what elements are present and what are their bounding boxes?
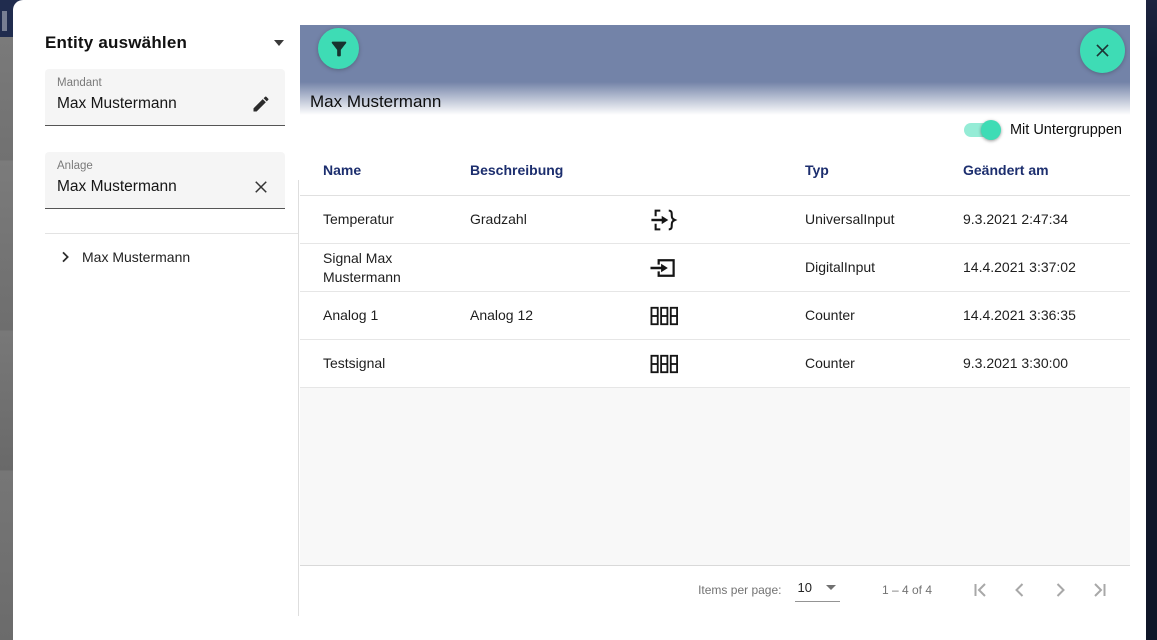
page-size-value: 10 bbox=[797, 580, 812, 595]
column-header-geaendert-am: Geändert am bbox=[963, 162, 1049, 178]
anlage-label: Anlage bbox=[57, 160, 93, 172]
sidebar-right-border bbox=[298, 180, 299, 616]
chevron-down-icon bbox=[825, 585, 836, 590]
panel-toolbar bbox=[300, 25, 1130, 82]
counter-icon bbox=[650, 354, 805, 374]
chevron-right-icon bbox=[62, 251, 69, 263]
items-per-page-label: Items per page: bbox=[698, 583, 782, 597]
cell-geaendert-am: 14.4.2021 3:36:35 bbox=[963, 307, 1076, 324]
last-page-button[interactable] bbox=[1088, 578, 1112, 602]
close-button[interactable] bbox=[1080, 28, 1125, 73]
next-page-button[interactable] bbox=[1048, 578, 1072, 602]
toggle-row: Mit Untergruppen bbox=[300, 115, 1130, 145]
tree-item-max-mustermann[interactable]: Max Mustermann bbox=[57, 249, 298, 265]
tree-item-label: Max Mustermann bbox=[82, 249, 191, 265]
edit-icon[interactable] bbox=[249, 92, 273, 116]
table-empty-area bbox=[300, 388, 1130, 566]
digital-input-icon bbox=[650, 255, 805, 281]
anlage-value: Max Mustermann bbox=[57, 178, 177, 195]
range-label: 1 – 4 of 4 bbox=[881, 583, 932, 597]
toggle-thumb-icon bbox=[980, 120, 1001, 140]
mandant-value: Max Mustermann bbox=[57, 95, 177, 112]
cell-geaendert-am: 14.4.2021 3:37:02 bbox=[963, 259, 1076, 276]
panel-title: Max Mustermann bbox=[310, 92, 442, 111]
sidebar-header: Entity auswählen bbox=[45, 33, 284, 53]
entity-dialog: Entity auswählen Mandant Max Mustermann … bbox=[13, 0, 1146, 640]
close-icon bbox=[1096, 44, 1109, 57]
filter-button[interactable] bbox=[318, 28, 359, 69]
cell-geaendert-am: 9.3.2021 3:30:00 bbox=[963, 355, 1069, 372]
cell-beschreibung: Gradzahl bbox=[470, 211, 527, 228]
cell-typ: Counter bbox=[805, 307, 855, 324]
cell-name: Signal Max Mustermann bbox=[323, 249, 401, 285]
filter-icon bbox=[331, 41, 346, 56]
cell-typ: DigitalInput bbox=[805, 259, 876, 276]
universal-input-icon bbox=[650, 207, 805, 233]
table-row[interactable]: Testsignal Counter 9.3.2021 3:30:00 bbox=[300, 340, 1130, 388]
chevron-right-icon bbox=[1056, 583, 1065, 597]
cell-geaendert-am: 9.3.2021 2:47:34 bbox=[963, 211, 1069, 228]
first-page-button[interactable] bbox=[968, 578, 992, 602]
clear-icon[interactable] bbox=[249, 175, 273, 199]
table-row[interactable]: Analog 1 Analog 12 Counter 14.4.2021 3:3… bbox=[300, 292, 1130, 340]
paginator-nav bbox=[968, 578, 1112, 602]
sidebar-divider bbox=[45, 233, 298, 234]
untergruppen-toggle[interactable] bbox=[963, 120, 1001, 140]
background-right-strip bbox=[1146, 0, 1157, 640]
sidebar-title: Entity auswählen bbox=[45, 33, 188, 52]
background-left-strip bbox=[0, 0, 13, 640]
cell-name: Analog 1 bbox=[323, 307, 379, 324]
table-row[interactable]: Signal Max Mustermann DigitalInput 14.4.… bbox=[300, 244, 1130, 292]
column-header-name: Name bbox=[323, 162, 362, 178]
page-size-select[interactable]: 10 bbox=[795, 578, 840, 602]
chevron-down-icon[interactable] bbox=[274, 40, 284, 46]
sidebar: Entity auswählen Mandant Max Mustermann … bbox=[13, 0, 298, 640]
table-header-row: Name Beschreibung Typ Geändert am bbox=[300, 145, 1130, 196]
chevron-left-icon bbox=[1015, 583, 1024, 597]
mandant-field[interactable]: Mandant Max Mustermann bbox=[45, 69, 285, 126]
cell-typ: UniversalInput bbox=[805, 211, 895, 228]
cell-beschreibung: Analog 12 bbox=[470, 307, 534, 324]
last-page-icon bbox=[1094, 583, 1106, 597]
entity-panel: Max Mustermann Mit Untergruppen Name Bes… bbox=[300, 25, 1130, 640]
paginator: Items per page: 10 1 – 4 of 4 bbox=[300, 566, 1130, 640]
first-page-icon bbox=[974, 583, 986, 597]
mandant-label: Mandant bbox=[57, 77, 102, 89]
previous-page-button[interactable] bbox=[1008, 578, 1032, 602]
table-row[interactable]: Temperatur Gradzahl UniversalInput 9.3.2… bbox=[300, 196, 1130, 244]
anlage-field[interactable]: Anlage Max Mustermann bbox=[45, 152, 285, 209]
cell-name: Temperatur bbox=[323, 211, 394, 228]
toggle-label: Mit Untergruppen bbox=[1009, 122, 1122, 138]
column-header-beschreibung: Beschreibung bbox=[470, 162, 564, 178]
cell-typ: Counter bbox=[805, 355, 855, 372]
panel-title-area: Max Mustermann bbox=[300, 82, 1130, 115]
counter-icon bbox=[650, 306, 805, 326]
column-header-typ: Typ bbox=[805, 162, 829, 178]
cell-name: Testsignal bbox=[323, 355, 386, 372]
